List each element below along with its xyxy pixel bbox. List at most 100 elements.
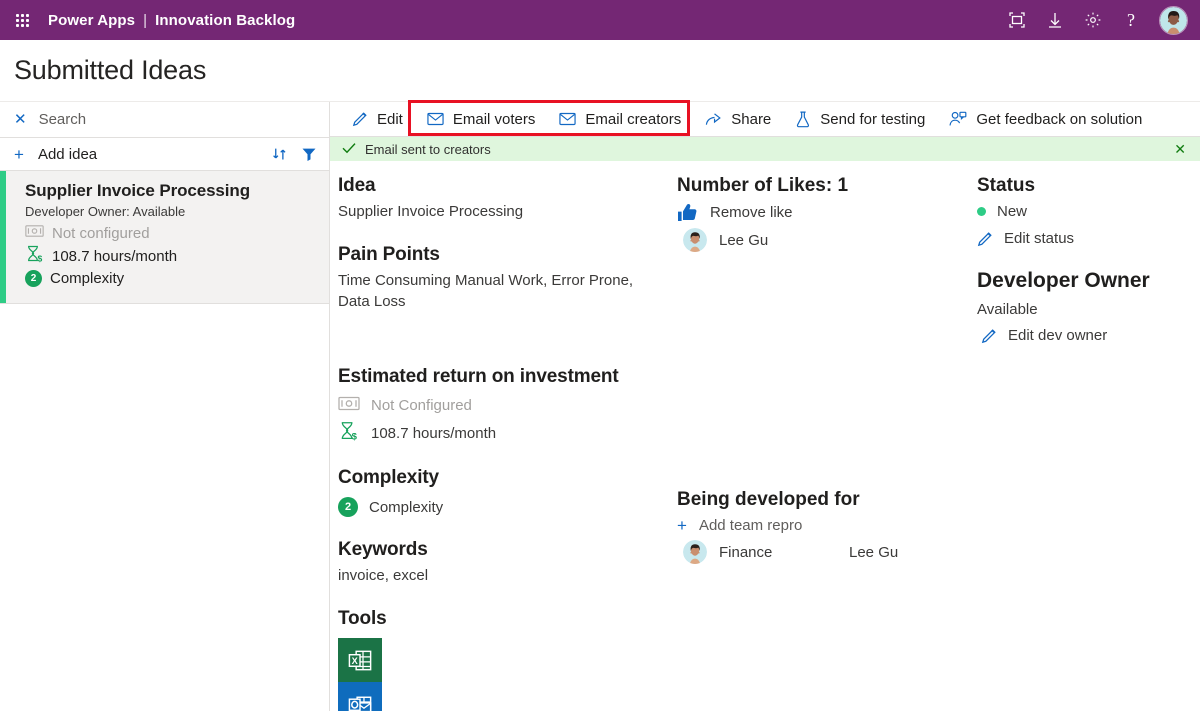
close-icon[interactable]: ✕ [14,112,27,127]
status-badge: New [977,203,1200,220]
search-input[interactable]: ✕ Search [0,102,329,138]
pencil-icon [981,328,997,344]
pencil-icon [977,231,993,247]
status-dot-icon [977,207,986,217]
field-roi-label: Estimated return on investment [338,366,619,388]
download-icon[interactable] [1045,10,1065,30]
developer-owner-heading: Developer Owner [977,269,1150,293]
likes-section: Number of Likes: 1 Remove like Lee Gu [677,175,965,253]
edit-dev-owner-label: Edit dev owner [1008,327,1108,345]
app-launcher-icon[interactable] [8,6,36,34]
sidebar: ✕ Search + Add idea Supplier Invoice Pro… [0,102,330,711]
remove-like-button[interactable]: Remove like [677,203,965,222]
email-voters-button[interactable]: Email voters [415,102,548,136]
team-name: Finance [719,543,773,561]
svg-text:$: $ [38,254,43,263]
plus-icon[interactable]: + [14,146,24,163]
checkmark-icon [342,142,356,156]
being-developed-section: Being developed for + Add team repro Fin… [677,489,965,565]
field-complexity-label: Complexity [338,467,439,489]
mail-icon [559,112,577,126]
header-icon-group: ? [1007,5,1188,35]
body: ✕ Search + Add idea Supplier Invoice Pro… [0,102,1200,711]
flask-icon [795,111,811,128]
page-title: Submitted Ideas [14,55,207,85]
field-keywords-value: invoice, excel [338,567,429,585]
card-complexity-metric: 2 Complexity [25,270,250,287]
edit-status-label: Edit status [1004,230,1075,248]
card-title: Supplier Invoice Processing [25,181,250,200]
detail-column-right: Status New Edit status Developer Owner A… [965,175,1200,711]
status-section: Status New Edit status [977,175,1200,247]
avatar[interactable] [1159,5,1188,35]
brand-separator: | [143,11,148,29]
brand-product[interactable]: Power Apps [48,12,135,29]
share-button[interactable]: Share [693,102,783,136]
brand: Power Apps | Innovation Backlog [48,12,295,29]
search-placeholder: Search [38,111,87,128]
page-title-bar: Submitted Ideas [0,40,1200,102]
field-keywords: Keywords invoice, excel [338,539,677,586]
hours-money-icon: $ [25,245,44,267]
remove-like-label: Remove like [710,204,793,222]
field-complexity: Complexity 2 Complexity [338,467,677,518]
pencil-icon [352,111,368,127]
get-feedback-label: Get feedback on solution [976,110,1143,128]
send-for-testing-label: Send for testing [820,110,926,128]
edit-dev-owner-button[interactable]: Edit dev owner [981,327,1200,344]
plus-icon: + [677,516,687,536]
field-tools-label: Tools [338,608,387,630]
roi-money-value: Not Configured [371,397,472,415]
hours-money-icon: $ [338,421,360,445]
filter-icon[interactable] [301,146,317,162]
status-heading: Status [977,175,1036,197]
gear-icon[interactable] [1083,10,1103,30]
complexity-label: Complexity [369,498,444,516]
roi-hours-row: $ 108.7 hours/month [338,421,677,445]
svg-text:X: X [351,656,358,666]
field-pain-points-value: Time Consuming Manual Work, Error Prone,… [338,272,634,311]
app-name[interactable]: Innovation Backlog [155,12,295,29]
svg-text:$: $ [352,432,358,441]
add-idea-button[interactable]: Add idea [38,146,97,163]
complexity-badge: 2 [25,270,42,287]
list-item[interactable]: Supplier Invoice Processing Developer Ow… [0,171,329,304]
sort-icon[interactable] [272,146,287,162]
card-hours-value: 108.7 hours/month [52,247,178,265]
developer-owner-section: Developer Owner Available Edit dev owner [977,269,1200,344]
close-icon[interactable]: ✕ [1168,142,1192,156]
thumbs-up-icon [677,203,698,222]
field-pain-points-label: Pain Points [338,244,440,266]
edit-status-button[interactable]: Edit status [977,230,1200,247]
being-developed-heading: Being developed for [677,489,860,511]
detail-column-middle: Number of Likes: 1 Remove like Lee Gu Be… [677,175,965,711]
roi-hours-value: 108.7 hours/month [371,424,497,442]
team-person-name: Lee Gu [849,543,899,561]
field-pain-points: Pain Points Time Consuming Manual Work, … [338,244,677,312]
avatar [683,228,707,253]
detail-column-left: Idea Supplier Invoice Processing Pain Po… [330,175,677,711]
field-keywords-label: Keywords [338,539,428,561]
card-money-value: Not configured [52,224,150,242]
team-row: Finance Lee Gu [683,540,965,565]
card-money-metric: Not configured [25,224,250,242]
fit-to-screen-icon[interactable] [1007,10,1027,30]
get-feedback-button[interactable]: Get feedback on solution [937,102,1154,136]
complexity-badge: 2 [338,497,358,518]
developer-owner-value: Available [977,301,1038,319]
help-icon[interactable]: ? [1121,10,1141,30]
app-header: Power Apps | Innovation Backlog ? [0,0,1200,40]
add-team-repro-button[interactable]: + Add team repro [677,517,965,534]
field-idea-label: Idea [338,175,376,197]
excel-icon[interactable]: X [338,638,382,683]
edit-button[interactable]: Edit [340,102,415,136]
outlook-icon[interactable] [338,682,382,711]
send-for-testing-button[interactable]: Send for testing [783,102,937,136]
card-complexity-label: Complexity [50,270,125,287]
command-bar: Edit Email voters Email creators Share S… [330,102,1200,137]
card-body: Supplier Invoice Processing Developer Ow… [6,171,262,303]
tools-list: X [338,638,382,711]
main-content: Edit Email voters Email creators Share S… [330,102,1200,711]
email-creators-button[interactable]: Email creators [547,102,693,136]
